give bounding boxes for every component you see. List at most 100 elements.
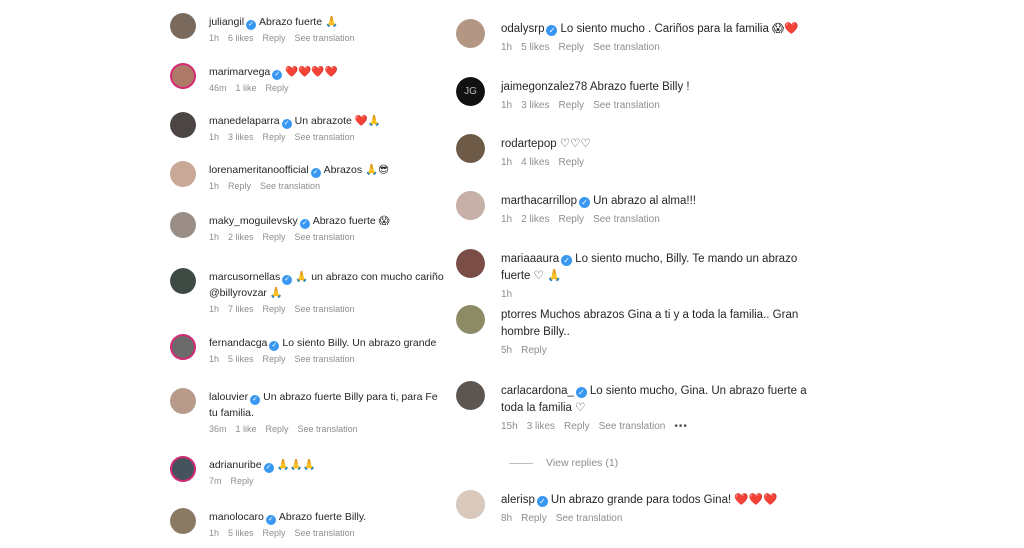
avatar[interactable] xyxy=(170,508,196,534)
avatar[interactable]: JG xyxy=(456,77,485,106)
username-link[interactable]: marthacarrillop xyxy=(501,195,577,207)
comment-body: manolocaro ✓ Abrazo fuerte Billy. 1h 5 likes… xyxy=(209,509,366,538)
avatar[interactable] xyxy=(170,112,196,138)
see-translation-link[interactable]: See translation xyxy=(295,132,355,142)
reply-button[interactable]: Reply xyxy=(558,157,584,168)
likes-count[interactable]: 1 like xyxy=(236,83,257,93)
avatar[interactable] xyxy=(170,456,196,482)
see-translation-link[interactable]: See translation xyxy=(260,181,320,191)
likes-count[interactable]: 2 likes xyxy=(228,232,254,242)
reply-button[interactable]: Reply xyxy=(263,354,286,364)
username-link[interactable]: ptorres xyxy=(501,309,537,321)
see-translation-link[interactable]: See translation xyxy=(599,421,666,432)
username-link[interactable]: manolocaro xyxy=(209,511,264,523)
username-link[interactable]: adrianuribe xyxy=(209,459,262,471)
likes-count[interactable]: 1 like xyxy=(236,424,257,434)
comment-body: manedelaparra ✓ Un abrazote ❤️🙏 1h 3 likes Re… xyxy=(209,113,381,142)
likes-count[interactable]: 4 likes xyxy=(521,157,549,168)
username-link[interactable]: marcusornellas xyxy=(209,271,280,283)
reply-button[interactable]: Reply xyxy=(521,513,547,524)
avatar[interactable] xyxy=(170,212,196,238)
avatar[interactable] xyxy=(456,191,485,220)
see-translation-link[interactable]: See translation xyxy=(295,528,355,538)
username-link[interactable]: jaimegonzalez78 xyxy=(501,81,587,93)
likes-count[interactable]: 5 likes xyxy=(521,42,549,53)
reply-button[interactable]: Reply xyxy=(231,476,254,486)
reply-button[interactable]: Reply xyxy=(263,132,286,142)
comment-line: lalouvier ✓ Un abrazo fuerte Billy para ti… xyxy=(209,389,438,405)
comment-timestamp: 1h xyxy=(501,100,513,111)
verified-badge-icon: ✓ xyxy=(282,275,293,285)
reply-button[interactable]: Reply xyxy=(228,181,251,191)
reply-button[interactable]: Reply xyxy=(263,33,286,43)
avatar[interactable] xyxy=(170,63,196,89)
comment-meta: 7m Reply xyxy=(209,476,316,486)
username-link[interactable]: alerisp xyxy=(501,494,535,506)
username-link[interactable]: manedelaparra xyxy=(209,115,280,127)
avatar-image xyxy=(456,490,485,519)
more-options-icon[interactable]: ••• xyxy=(674,421,688,432)
comment-line: marthacarrillop ✓ Un abrazo al alma!!! xyxy=(501,193,696,210)
comment-meta: 1h 4 likes Reply xyxy=(501,157,593,168)
verified-badge-icon: ✓ xyxy=(561,255,573,266)
likes-count[interactable]: 3 likes xyxy=(521,100,549,111)
likes-count[interactable]: 2 likes xyxy=(521,214,549,225)
reply-button[interactable]: Reply xyxy=(558,42,584,53)
avatar[interactable] xyxy=(456,490,485,519)
reply-button[interactable]: Reply xyxy=(558,214,584,225)
comment-body: mariaaaura ✓ Lo siento mucho, Billy. Te ma… xyxy=(501,251,797,300)
comment-body: marimarvega ✓ ❤️❤️❤️❤️ 46m 1 like Reply xyxy=(209,64,338,93)
see-translation-link[interactable]: See translation xyxy=(295,354,355,364)
see-translation-link[interactable]: See translation xyxy=(295,232,355,242)
avatar[interactable] xyxy=(170,161,196,187)
view-replies-button[interactable]: View replies (1) xyxy=(509,457,618,469)
comment-meta: 15h 3 likes Reply See translation ••• xyxy=(501,421,807,432)
reply-button[interactable]: Reply xyxy=(521,345,547,356)
avatar[interactable] xyxy=(170,388,196,414)
avatar[interactable] xyxy=(170,268,196,294)
reply-button[interactable]: Reply xyxy=(558,100,584,111)
see-translation-link[interactable]: See translation xyxy=(556,513,623,524)
username-link[interactable]: odalysrp xyxy=(501,23,544,35)
avatar-image xyxy=(456,134,485,163)
avatar[interactable] xyxy=(170,13,196,39)
reply-button[interactable]: Reply xyxy=(263,304,286,314)
reply-button[interactable]: Reply xyxy=(564,421,590,432)
see-translation-link[interactable]: See translation xyxy=(593,214,660,225)
see-translation-link[interactable]: See translation xyxy=(295,304,355,314)
username-link[interactable]: rodartepop xyxy=(501,138,557,150)
likes-count[interactable]: 5 likes xyxy=(228,354,254,364)
comment-body: fernandacga ✓ Lo siento Billy. Un abrazo g… xyxy=(209,335,436,364)
reply-button[interactable]: Reply xyxy=(263,232,286,242)
comment-body: jaimegonzalez78 Abrazo fuerte Billy ! 1h 3… xyxy=(501,79,690,111)
username-link[interactable]: lalouvier xyxy=(209,391,248,403)
see-translation-link[interactable]: See translation xyxy=(593,42,660,53)
comment-text: Lo siento mucho, Billy. Te mando un abra… xyxy=(575,253,798,265)
comment-item: marimarvega ✓ ❤️❤️❤️❤️ 46m 1 like Reply xyxy=(170,63,338,93)
likes-count[interactable]: 7 likes xyxy=(228,304,254,314)
username-link[interactable]: carlacardona_ xyxy=(501,385,574,397)
reply-button[interactable]: Reply xyxy=(263,528,286,538)
avatar[interactable] xyxy=(456,249,485,278)
username-link[interactable]: mariaaaura xyxy=(501,253,559,265)
username-link[interactable]: lorenameritanoofficial xyxy=(209,164,309,176)
username-link[interactable]: fernandacga xyxy=(209,337,267,349)
likes-count[interactable]: 3 likes xyxy=(527,421,555,432)
see-translation-link[interactable]: See translation xyxy=(295,33,355,43)
username-link[interactable]: marimarvega xyxy=(209,66,270,78)
likes-count[interactable]: 3 likes xyxy=(228,132,254,142)
username-link[interactable]: maky_moguilevsky xyxy=(209,215,298,227)
see-translation-link[interactable]: See translation xyxy=(298,424,358,434)
reply-button[interactable]: Reply xyxy=(266,424,289,434)
avatar[interactable] xyxy=(170,334,196,360)
avatar[interactable] xyxy=(456,381,485,410)
likes-count[interactable]: 5 likes xyxy=(228,528,254,538)
avatar[interactable] xyxy=(456,305,485,334)
avatar[interactable] xyxy=(456,134,485,163)
avatar[interactable] xyxy=(456,19,485,48)
view-replies-label[interactable]: View replies (1) xyxy=(546,457,618,469)
see-translation-link[interactable]: See translation xyxy=(593,100,660,111)
likes-count[interactable]: 6 likes xyxy=(228,33,254,43)
reply-button[interactable]: Reply xyxy=(266,83,289,93)
username-link[interactable]: juliangil xyxy=(209,16,244,28)
